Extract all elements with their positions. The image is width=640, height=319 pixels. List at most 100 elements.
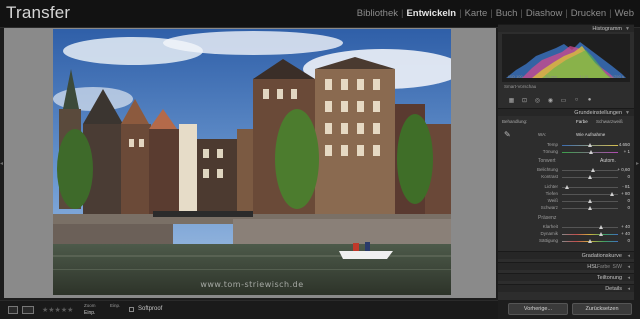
- slider-saturation[interactable]: Sättigung 0: [498, 238, 634, 245]
- zoom-value[interactable]: Einp.: [84, 310, 95, 316]
- hsl-header[interactable]: HSL Farbe S/W ◂: [498, 262, 634, 270]
- graduated-filter-icon[interactable]: ▭: [560, 97, 567, 104]
- slider-label: Klarheit: [542, 224, 558, 229]
- slider-track[interactable]: [562, 225, 618, 229]
- slider-value[interactable]: + 40: [621, 231, 630, 236]
- slider-knob[interactable]: [565, 185, 570, 189]
- aperture-readout: f / 11: [579, 74, 589, 79]
- slider-value[interactable]: 4.650: [619, 142, 630, 147]
- watermark-text: www.tom-striewisch.de: [200, 280, 304, 289]
- module-book[interactable]: Buch: [494, 8, 520, 19]
- slider-value[interactable]: + 80: [621, 191, 630, 196]
- app-title: Transfer: [6, 3, 71, 22]
- slider-knob[interactable]: [609, 192, 614, 196]
- slider-contrast[interactable]: Kontrast 0: [498, 174, 634, 181]
- slider-track[interactable]: [562, 232, 618, 236]
- expand-triangle-icon: ◂: [627, 253, 630, 259]
- treatment-color-option[interactable]: Farbe: [576, 119, 588, 124]
- slider-track[interactable]: [562, 199, 618, 203]
- slider-value[interactable]: 0: [627, 205, 630, 210]
- slider-knob[interactable]: [591, 168, 596, 172]
- slider-track[interactable]: [562, 143, 618, 147]
- tone-auto-button[interactable]: Autom.: [600, 158, 616, 164]
- module-library[interactable]: Bibliothek: [355, 8, 400, 19]
- slider-track[interactable]: [562, 150, 618, 154]
- tone-curve-header[interactable]: Gradationskurve ◂: [498, 251, 634, 259]
- slider-value[interactable]: - 81: [622, 184, 630, 189]
- slider-highlights[interactable]: Lichter - 81: [498, 184, 634, 191]
- collapse-triangle-icon: ▼: [625, 26, 630, 32]
- focal-readout: 35 mm: [545, 74, 558, 79]
- slider-blacks[interactable]: Schwarz 0: [498, 205, 634, 212]
- right-panel-toggle-icon[interactable]: ▸: [636, 160, 639, 167]
- slider-knob[interactable]: [598, 225, 603, 229]
- slider-knob[interactable]: [587, 175, 592, 179]
- spot-removal-icon[interactable]: ◎: [534, 97, 541, 104]
- expand-triangle-icon: ◂: [627, 275, 630, 281]
- slider-knob[interactable]: [587, 143, 592, 147]
- histogram-header[interactable]: Histogramm ▼: [498, 24, 634, 32]
- treatment-row: Behandlung: Farbe Schwarzweiß: [498, 119, 634, 126]
- photo-preview[interactable]: www.tom-striewisch.de: [53, 29, 451, 295]
- hsl-bw-tab[interactable]: S/W: [613, 264, 622, 270]
- left-panel-toggle-icon[interactable]: ◂: [0, 160, 3, 167]
- image-canvas[interactable]: www.tom-striewisch.de: [4, 28, 496, 298]
- slider-knob[interactable]: [587, 199, 592, 203]
- red-eye-icon[interactable]: ◉: [547, 97, 554, 104]
- slider-label: Schwarz: [540, 205, 558, 210]
- slider-shadows[interactable]: Tiefen + 80: [498, 191, 634, 198]
- slider-value[interactable]: 0: [627, 174, 630, 179]
- module-print[interactable]: Drucken: [569, 8, 608, 19]
- radial-filter-icon[interactable]: ○: [573, 97, 580, 104]
- slider-track[interactable]: [562, 185, 618, 189]
- reset-button[interactable]: Zurücksetzen: [572, 303, 632, 315]
- module-develop[interactable]: Entwickeln: [404, 8, 458, 19]
- wb-preset-select[interactable]: Wie Aufnahme: [576, 132, 605, 137]
- slider-temp[interactable]: Temp 4.650: [498, 142, 634, 149]
- slider-track[interactable]: [562, 239, 618, 243]
- module-slideshow[interactable]: Diashow: [524, 8, 564, 19]
- adjustment-brush-icon[interactable]: ●: [586, 97, 593, 104]
- grid-icon[interactable]: ▦: [508, 97, 515, 104]
- module-map[interactable]: Karte: [463, 8, 490, 19]
- softproof-label[interactable]: Softproof: [138, 306, 162, 312]
- slider-knob[interactable]: [587, 206, 592, 210]
- detail-header[interactable]: Details ◂: [498, 284, 634, 292]
- slider-value[interactable]: + 1: [624, 149, 630, 154]
- treatment-bw-option[interactable]: Schwarzweiß: [596, 119, 623, 124]
- slider-knob[interactable]: [598, 232, 603, 236]
- slider-value[interactable]: + 40: [621, 224, 630, 229]
- module-web[interactable]: Web: [613, 8, 636, 19]
- eyedropper-icon[interactable]: ✎: [504, 130, 511, 139]
- treatment-label: Behandlung:: [502, 119, 528, 124]
- split-toning-header[interactable]: Teiltonung ◂: [498, 273, 634, 281]
- slider-label: Sättigung: [538, 238, 558, 243]
- tool-strip: ▦ ⊡ ◎ ◉ ▭ ○ ●: [502, 94, 630, 106]
- slider-track[interactable]: [562, 192, 618, 196]
- previous-settings-button[interactable]: Vorherige...: [508, 303, 568, 315]
- slider-value[interactable]: + 0,60: [617, 167, 630, 172]
- basic-header[interactable]: Grundeinstellungen ▼: [498, 108, 634, 116]
- slider-knob[interactable]: [587, 239, 592, 243]
- wb-label: WA:: [538, 132, 547, 137]
- slider-vibrance[interactable]: Dynamik + 40: [498, 231, 634, 238]
- slider-clarity[interactable]: Klarheit + 40: [498, 224, 634, 231]
- slider-track[interactable]: [562, 175, 618, 179]
- slider-knob[interactable]: [588, 150, 593, 154]
- wb-row: ✎ WA: Wie Aufnahme: [498, 130, 634, 139]
- loupe-view-button[interactable]: [8, 306, 18, 314]
- slider-track[interactable]: [562, 168, 618, 172]
- crop-icon[interactable]: ⊡: [521, 97, 528, 104]
- before-after-button[interactable]: [22, 306, 34, 314]
- slider-track[interactable]: [562, 206, 618, 210]
- slider-value[interactable]: 0: [627, 198, 630, 203]
- hsl-color-tab[interactable]: Farbe: [597, 264, 610, 270]
- split-toning-title: Teiltonung: [596, 275, 622, 281]
- slider-value[interactable]: 0: [627, 238, 630, 243]
- slider-tint[interactable]: Tönung + 1: [498, 149, 634, 156]
- softproof-checkbox[interactable]: [129, 307, 134, 312]
- rating-stars[interactable]: ★★★★★: [42, 306, 73, 314]
- slider-exposure[interactable]: Belichtung + 0,60: [498, 167, 634, 174]
- slider-whites[interactable]: Weiß 0: [498, 198, 634, 205]
- slider-label: Tiefen: [545, 191, 558, 196]
